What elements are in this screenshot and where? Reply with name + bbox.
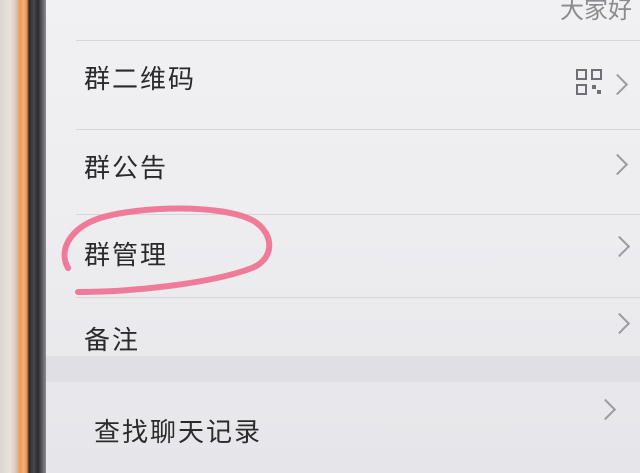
menu-item-label: 群公告	[84, 154, 169, 184]
menu-item-label: 群管理	[84, 241, 169, 271]
menu-item-label: 备注	[84, 326, 141, 356]
menu-item-label: 查找聊天记录	[94, 418, 263, 448]
qr-code-icon	[576, 69, 602, 95]
section-separator	[46, 356, 640, 382]
menu-item-search-chat-history[interactable]: 查找聊天记录	[46, 382, 640, 473]
photo-frame: 大家好 群二维码 群公告 群管理 备注 查找聊天记录	[0, 0, 640, 473]
menu-item-group-qr-code[interactable]: 群二维码	[46, 41, 640, 129]
menu-item-label: 群二维码	[84, 65, 197, 95]
menu-item-group-announcement[interactable]: 群公告	[46, 130, 640, 214]
top-row-value: 大家好	[560, 0, 632, 24]
menu-item-group-management[interactable]: 群管理	[46, 215, 640, 297]
phone-bezel	[0, 0, 46, 473]
group-settings-screen: 大家好 群二维码 群公告 群管理 备注 查找聊天记录	[46, 0, 640, 473]
menu-item-remark[interactable]: 备注	[46, 298, 640, 356]
